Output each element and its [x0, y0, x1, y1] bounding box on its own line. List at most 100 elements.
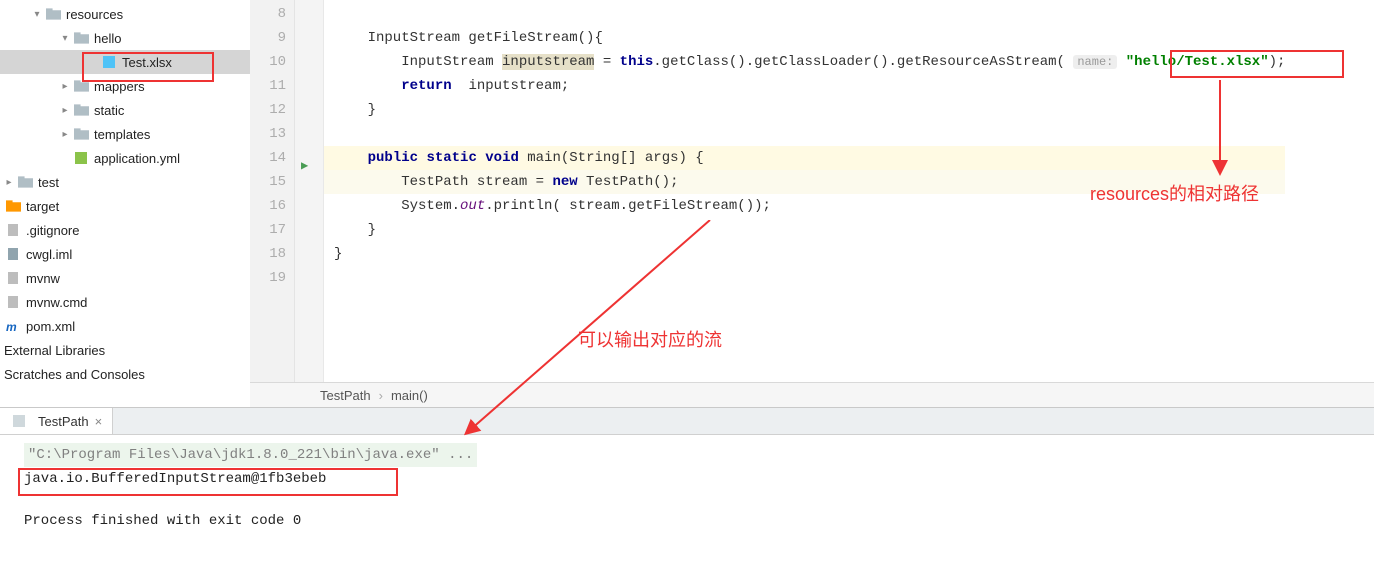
- line-number[interactable]: 8: [250, 2, 294, 26]
- chevron-down-icon[interactable]: ▾: [58, 33, 72, 44]
- breadcrumb-item[interactable]: TestPath: [320, 388, 371, 403]
- tree-label: pom.xml: [26, 319, 75, 334]
- run-tab[interactable]: TestPath ×: [0, 408, 113, 434]
- tree-label: .gitignore: [26, 223, 79, 238]
- tree-item-resources[interactable]: ▾ resources: [0, 2, 250, 26]
- folder-icon: [72, 128, 90, 140]
- code-text: System.: [334, 198, 460, 214]
- line-number[interactable]: 11: [250, 74, 294, 98]
- line-number[interactable]: 13: [250, 122, 294, 146]
- tree-label: mappers: [94, 79, 145, 94]
- tree-label: cwgl.iml: [26, 247, 72, 262]
- tree-item-mappers[interactable]: ▸ mappers: [0, 74, 250, 98]
- code-text: static: [426, 150, 476, 166]
- tree-item-cwgl-iml[interactable]: cwgl.iml: [0, 242, 250, 266]
- line-gutter[interactable]: 8 9 10 11 12 13 14 15 16 17 18 19: [250, 0, 295, 382]
- line-number[interactable]: 14: [250, 146, 294, 170]
- tree-item-static[interactable]: ▸ static: [0, 98, 250, 122]
- code-line[interactable]: InputStream getFileStream(){: [324, 26, 1285, 50]
- code-text: [477, 150, 485, 166]
- spacer: ▸: [58, 153, 72, 164]
- top-split: ▾ resources ▾ hello ▸ Test.xlsx: [0, 0, 1374, 407]
- breadcrumb[interactable]: TestPath › main(): [250, 382, 1374, 407]
- folder-icon: [72, 32, 90, 44]
- code-text: return: [401, 78, 451, 94]
- chevron-right-icon: ›: [379, 388, 383, 403]
- chevron-down-icon[interactable]: ▾: [30, 9, 44, 20]
- code-line[interactable]: [324, 2, 1285, 26]
- tree-item-test-xlsx[interactable]: ▸ Test.xlsx: [0, 50, 250, 74]
- chevron-right-icon[interactable]: ▸: [58, 105, 72, 116]
- code-text: }: [334, 222, 376, 238]
- output-cmd: "C:\Program Files\Java\jdk1.8.0_221\bin\…: [24, 443, 477, 467]
- tree-label: mvnw.cmd: [26, 295, 87, 310]
- code-area[interactable]: 8 9 10 11 12 13 14 15 16 17 18 19 ▶: [250, 0, 1374, 382]
- tree-label: Test.xlsx: [122, 55, 172, 70]
- code-text: this: [620, 54, 654, 70]
- tree-item-mvnw-cmd[interactable]: mvnw.cmd: [0, 290, 250, 314]
- code-line[interactable]: [324, 266, 1285, 290]
- code-text: new: [552, 174, 577, 190]
- chevron-right-icon[interactable]: ▸: [2, 177, 16, 188]
- code-text: public: [368, 150, 418, 166]
- breadcrumb-item[interactable]: main(): [391, 388, 428, 403]
- tree-item-mvnw[interactable]: mvnw: [0, 266, 250, 290]
- xlsx-file-icon: [100, 55, 118, 69]
- maven-file-icon: m: [4, 319, 22, 333]
- code-text: TestPath stream =: [334, 174, 552, 190]
- output-line: java.io.BufferedInputStream@1fb3ebeb: [24, 471, 326, 487]
- run-tabs: TestPath ×: [0, 408, 1374, 435]
- code-text: );: [1269, 54, 1286, 70]
- tree-item-hello[interactable]: ▾ hello: [0, 26, 250, 50]
- line-number[interactable]: 10: [250, 50, 294, 74]
- file-icon: [4, 271, 22, 285]
- code-line[interactable]: }: [324, 98, 1285, 122]
- code-line[interactable]: public static void main(String[] args) {: [324, 146, 1285, 170]
- line-number[interactable]: 16: [250, 194, 294, 218]
- code-line[interactable]: }: [324, 218, 1285, 242]
- chevron-right-icon[interactable]: ▸: [58, 81, 72, 92]
- code-text: inputstream: [502, 54, 594, 70]
- line-number[interactable]: 9: [250, 26, 294, 50]
- project-tree[interactable]: ▾ resources ▾ hello ▸ Test.xlsx: [0, 0, 250, 407]
- code-line[interactable]: [324, 122, 1285, 146]
- run-output[interactable]: "C:\Program Files\Java\jdk1.8.0_221\bin\…: [0, 435, 1374, 539]
- yml-file-icon: [72, 151, 90, 165]
- tree-item-gitignore[interactable]: .gitignore: [0, 218, 250, 242]
- code-text: .println( stream.getFileStream());: [485, 198, 771, 214]
- code-content[interactable]: InputStream getFileStream(){ InputStream…: [324, 0, 1285, 382]
- string-literal: "hello/Test.xlsx": [1126, 54, 1269, 70]
- code-text: [334, 150, 368, 166]
- line-number[interactable]: 12: [250, 98, 294, 122]
- code-line[interactable]: InputStream inputstream = this.getClass(…: [324, 50, 1285, 74]
- tree-item-target[interactable]: target: [0, 194, 250, 218]
- code-text: .getClass().getClassLoader().getResource…: [653, 54, 1073, 70]
- tree-item-templates[interactable]: ▸ templates: [0, 122, 250, 146]
- run-config-icon: [10, 414, 28, 428]
- chevron-right-icon[interactable]: ▸: [58, 129, 72, 140]
- code-text: }: [334, 102, 376, 118]
- tree-label: application.yml: [94, 151, 180, 166]
- line-number[interactable]: 15: [250, 170, 294, 194]
- tree-item-application-yml[interactable]: ▸ application.yml: [0, 146, 250, 170]
- run-main-icon[interactable]: ▶: [301, 158, 308, 173]
- tree-label: hello: [94, 31, 121, 46]
- line-number[interactable]: 18: [250, 242, 294, 266]
- tree-item-scratches[interactable]: Scratches and Consoles: [0, 362, 250, 386]
- close-tab-icon[interactable]: ×: [95, 414, 103, 429]
- code-line[interactable]: System.out.println( stream.getFileStream…: [324, 194, 1285, 218]
- tree-item-pom-xml[interactable]: m pom.xml: [0, 314, 250, 338]
- line-number[interactable]: 19: [250, 266, 294, 290]
- run-panel: TestPath × "C:\Program Files\Java\jdk1.8…: [0, 407, 1374, 562]
- spacer: ▸: [86, 57, 100, 68]
- code-line[interactable]: }: [324, 242, 1285, 266]
- code-line[interactable]: return inputstream;: [324, 74, 1285, 98]
- line-number[interactable]: 17: [250, 218, 294, 242]
- gutter-icons: ▶: [295, 0, 324, 382]
- code-text: =: [594, 54, 619, 70]
- code-text: [334, 78, 401, 94]
- tree-item-test[interactable]: ▸ test: [0, 170, 250, 194]
- tree-label: static: [94, 103, 124, 118]
- tree-item-external-libraries[interactable]: External Libraries: [0, 338, 250, 362]
- code-line[interactable]: TestPath stream = new TestPath();: [324, 170, 1285, 194]
